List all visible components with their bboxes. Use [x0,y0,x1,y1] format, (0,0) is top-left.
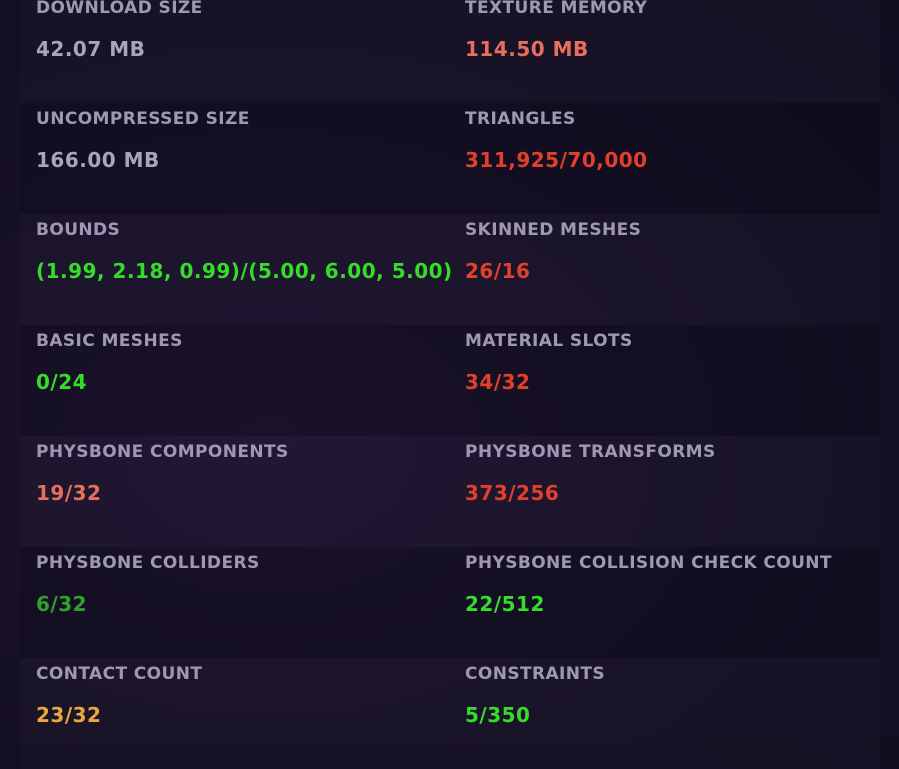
stat-value: 6/32 [36,592,88,616]
stat-basic-meshes: BASIC MESHES 0/24 [36,325,456,436]
stat-label: PHYSBONE COLLISION CHECK COUNT [465,553,832,573]
stat-row: PHYSBONE COLLIDERS 6/32 PHYSBONE COLLISI… [20,547,880,658]
stat-bounds: BOUNDS (1.99, 2.18, 0.99)/(5.00, 6.00, 5… [36,214,456,325]
stat-label: UNCOMPRESSED SIZE [36,109,250,129]
stat-row: CONTACT COUNT 23/32 CONSTRAINTS 5/350 [20,658,880,769]
stat-label: MATERIAL SLOTS [465,331,633,351]
stat-row: DOWNLOAD SIZE 42.07 MB TEXTURE MEMORY 11… [20,0,880,103]
stat-download-size: DOWNLOAD SIZE 42.07 MB [36,0,456,103]
stat-value: 166.00 MB [36,148,160,172]
stat-material-slots: MATERIAL SLOTS 34/32 [465,325,875,436]
stat-row: PHYSBONE COMPONENTS 19/32 PHYSBONE TRANS… [20,436,880,547]
stat-row: UNCOMPRESSED SIZE 166.00 MB TRIANGLES 31… [20,103,880,214]
stat-texture-memory: TEXTURE MEMORY 114.50 MB [465,0,875,103]
stat-contact-count: CONTACT COUNT 23/32 [36,658,456,769]
stat-value: (1.99, 2.18, 0.99)/(5.00, 6.00, 5.00) [36,259,453,283]
stat-physbone-components: PHYSBONE COMPONENTS 19/32 [36,436,456,547]
stat-physbone-transforms: PHYSBONE TRANSFORMS 373/256 [465,436,875,547]
performance-stats-panel: DOWNLOAD SIZE 42.07 MB TEXTURE MEMORY 11… [20,0,880,742]
stat-value: 0/24 [36,370,88,394]
stat-label: TRIANGLES [465,109,576,129]
stat-label: BASIC MESHES [36,331,183,351]
stat-value: 22/512 [465,592,545,616]
stat-label: CONTACT COUNT [36,664,203,684]
stat-label: SKINNED MESHES [465,220,642,240]
stat-physbone-collision-check-count: PHYSBONE COLLISION CHECK COUNT 22/512 [465,547,875,658]
stat-value: 19/32 [36,481,102,505]
stat-label: DOWNLOAD SIZE [36,0,203,18]
stat-label: PHYSBONE COMPONENTS [36,442,289,462]
stat-label: TEXTURE MEMORY [465,0,648,18]
stat-label: BOUNDS [36,220,121,240]
stat-value: 26/16 [465,259,531,283]
stat-row: BASIC MESHES 0/24 MATERIAL SLOTS 34/32 [20,325,880,436]
stat-uncompressed-size: UNCOMPRESSED SIZE 166.00 MB [36,103,456,214]
stat-value: 42.07 MB [36,37,146,61]
stat-value: 34/32 [465,370,531,394]
stat-label: PHYSBONE COLLIDERS [36,553,260,573]
stat-value: 311,925/70,000 [465,148,648,172]
stat-row: BOUNDS (1.99, 2.18, 0.99)/(5.00, 6.00, 5… [20,214,880,325]
stat-value: 114.50 MB [465,37,589,61]
stat-label: CONSTRAINTS [465,664,606,684]
stat-value: 23/32 [36,703,102,727]
stat-label: PHYSBONE TRANSFORMS [465,442,716,462]
stat-skinned-meshes: SKINNED MESHES 26/16 [465,214,875,325]
stat-value: 5/350 [465,703,531,727]
stat-physbone-colliders: PHYSBONE COLLIDERS 6/32 [36,547,456,658]
stat-value: 373/256 [465,481,560,505]
stat-triangles: TRIANGLES 311,925/70,000 [465,103,875,214]
stat-constraints: CONSTRAINTS 5/350 [465,658,875,769]
